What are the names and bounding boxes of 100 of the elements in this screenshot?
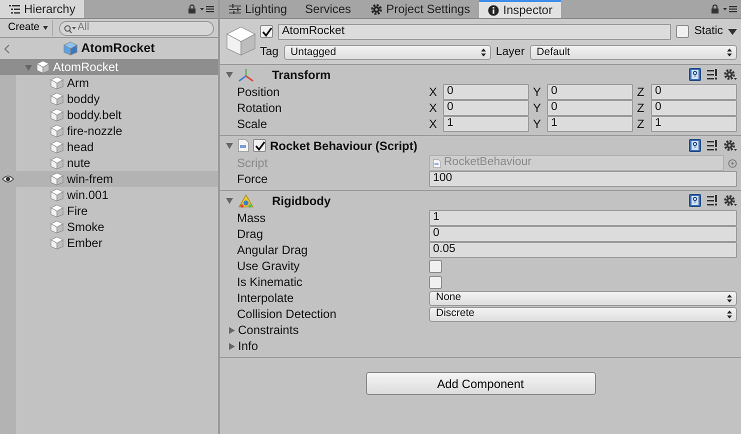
static-label: Static [694, 24, 723, 39]
caret-icon [42, 26, 48, 30]
component-title: Transform [272, 66, 331, 84]
object-picker-icon[interactable] [728, 158, 737, 168]
menu-icon[interactable] [723, 5, 737, 13]
dropdown-arrows-icon [727, 310, 732, 318]
cube-icon [50, 108, 64, 122]
axis-label: X [429, 100, 438, 117]
script-icon [238, 139, 249, 152]
number-field[interactable]: 0 [547, 100, 633, 116]
tree-item[interactable]: Fire [0, 203, 218, 219]
tree-item[interactable]: boddy [0, 91, 218, 107]
tree-item[interactable]: win-frem [0, 171, 218, 187]
create-button[interactable]: Create [4, 20, 53, 36]
cube-icon [50, 172, 64, 186]
number-field[interactable]: 0 [651, 100, 737, 116]
axis-label: Z [637, 100, 646, 117]
tree-item[interactable]: nute [0, 155, 218, 171]
number-field[interactable]: 0 [651, 84, 737, 100]
back-icon[interactable] [4, 44, 10, 54]
foldout-label[interactable]: Constraints [238, 321, 299, 339]
number-field[interactable]: 1 [429, 210, 737, 226]
help-book-icon[interactable] [689, 139, 701, 152]
dropdown[interactable]: None [429, 290, 737, 306]
tree-item[interactable]: win.001 [0, 187, 218, 203]
field-label: Position [237, 84, 281, 101]
checkbox[interactable] [429, 260, 442, 272]
gear-icon[interactable] [724, 194, 737, 206]
tag-label: Tag [260, 44, 279, 60]
tab[interactable]: Lighting [220, 0, 296, 18]
checkbox[interactable] [429, 276, 442, 288]
expand-arrow-icon[interactable] [227, 342, 236, 350]
number-field[interactable]: 0 [429, 226, 737, 242]
static-checkbox[interactable] [676, 25, 690, 38]
info-icon [488, 4, 500, 16]
tree-item[interactable]: Smoke [0, 219, 218, 235]
cube-icon [226, 26, 256, 56]
collapse-arrow-icon[interactable] [225, 196, 234, 205]
axis-label: Z [637, 84, 646, 101]
foldout-label[interactable]: Info [238, 337, 258, 355]
name-field[interactable]: AtomRocket [278, 24, 672, 40]
component-title: Rocket Behaviour (Script) [270, 138, 418, 154]
script-icon [433, 158, 441, 168]
object-field: RocketBehaviour [429, 155, 724, 171]
presets-icon[interactable] [707, 140, 718, 151]
collapse-arrow-icon[interactable] [225, 141, 234, 150]
field-label: Is Kinematic [237, 274, 304, 291]
layer-dropdown[interactable]: Default [530, 45, 738, 60]
dropdown-arrows-icon [480, 48, 486, 57]
presets-icon[interactable] [707, 195, 718, 206]
field-label: Script [237, 155, 269, 172]
axis-label: X [429, 84, 438, 101]
number-field[interactable]: 0 [443, 84, 529, 100]
help-book-icon[interactable] [689, 194, 701, 207]
tab[interactable]: Services [296, 0, 360, 18]
number-field[interactable]: 1 [443, 116, 529, 132]
lock-icon[interactable] [188, 4, 196, 14]
tab[interactable]: Project Settings [362, 0, 480, 18]
active-checkbox[interactable] [260, 25, 273, 38]
number-field[interactable]: 1 [547, 116, 633, 132]
caret-icon[interactable] [728, 28, 737, 34]
cube-icon [50, 76, 64, 90]
presets-icon[interactable] [707, 69, 718, 80]
tree-item[interactable]: head [0, 139, 218, 155]
field-label: Rotation [237, 100, 283, 117]
tag-dropdown[interactable]: Untagged [284, 45, 491, 60]
scene-title: AtomRocket [81, 40, 155, 58]
expand-arrow-icon[interactable] [227, 326, 236, 334]
sliders-icon [229, 4, 241, 14]
number-field[interactable]: 0 [443, 100, 529, 116]
field-label: Collision Detection [237, 306, 338, 323]
menu-icon[interactable] [200, 5, 214, 13]
axis-label: Y [533, 100, 542, 117]
tree-item[interactable]: fire-nozzle [0, 123, 218, 139]
gear-icon[interactable] [724, 68, 737, 80]
number-field[interactable]: 1 [651, 116, 737, 132]
lock-icon[interactable] [711, 4, 719, 14]
search-field[interactable]: All [58, 20, 214, 36]
dropdown[interactable]: Discrete [429, 306, 737, 322]
tree-item[interactable]: boddy.belt [0, 107, 218, 123]
hierarchy-tab[interactable]: Hierarchy [0, 0, 84, 18]
tree-item[interactable]: Arm [0, 75, 218, 91]
help-book-icon[interactable] [689, 68, 701, 81]
add-component-button[interactable]: Add Component [366, 372, 596, 395]
axis-label: X [429, 116, 438, 133]
eye-icon[interactable] [2, 175, 14, 183]
collapse-arrow-icon[interactable] [225, 70, 234, 79]
number-field[interactable]: 0.05 [429, 242, 737, 258]
tree-item[interactable]: Ember [0, 235, 218, 251]
axis-label: Y [533, 84, 542, 101]
field-label: Scale [237, 116, 268, 133]
cube-icon [50, 156, 64, 170]
enable-checkbox[interactable] [253, 139, 266, 152]
number-field[interactable]: 100 [429, 171, 737, 187]
field-label: Force [237, 171, 269, 188]
cube-icon [50, 140, 64, 154]
gear-icon[interactable] [724, 140, 737, 152]
tab[interactable]: Inspector [479, 0, 562, 18]
field-label: Use Gravity [237, 258, 301, 275]
number-field[interactable]: 0 [547, 84, 633, 100]
